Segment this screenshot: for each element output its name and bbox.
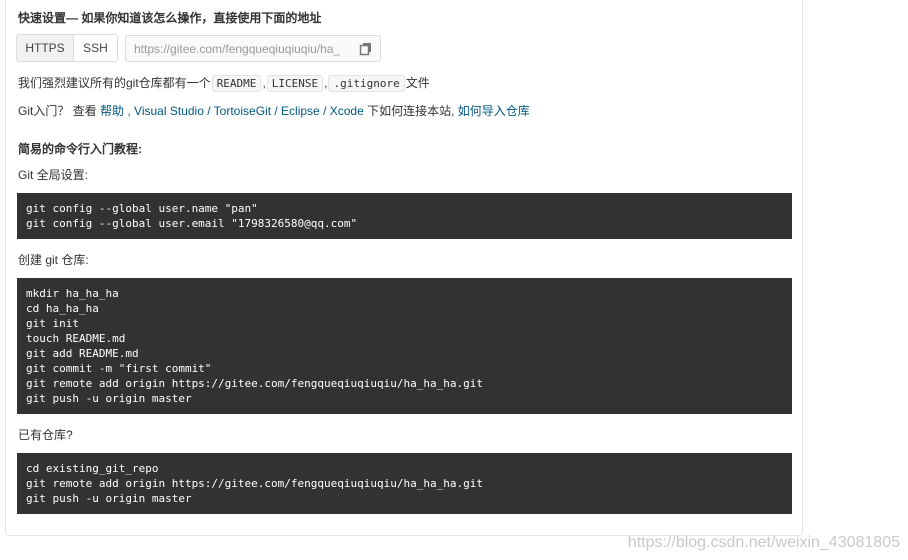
- repo-url-text: https://gitee.com/fengqueqiuqiuqiu/ha_: [134, 41, 341, 56]
- readme-recommendation: 我们强烈建议所有的git仓库都有一个 README, LICENSE, .gitign…: [18, 74, 430, 92]
- https-button[interactable]: HTTPS: [16, 34, 74, 62]
- readme-prefix: 我们强烈建议所有的git仓库都有一个: [18, 76, 211, 90]
- protocol-toggle: HTTPS SSH: [16, 34, 118, 62]
- eclipse-link[interactable]: Eclipse: [281, 104, 320, 118]
- existing-repo-label: 已有仓库?: [18, 428, 73, 442]
- existing-repo-code: cd existing_git_repo git remote add orig…: [17, 453, 792, 514]
- separator: ,: [262, 76, 266, 90]
- ssh-button[interactable]: SSH: [74, 34, 118, 62]
- watermark: https://blog.csdn.net/weixin_43081805: [627, 534, 900, 551]
- separator: /: [271, 104, 282, 118]
- visual-studio-link[interactable]: Visual Studio: [134, 104, 204, 118]
- help-mid: 下如何连接本站,: [363, 104, 458, 118]
- tortoisegit-link[interactable]: TortoiseGit: [214, 104, 271, 118]
- help-link[interactable]: 帮助: [100, 104, 124, 118]
- create-repo-code: mkdir ha_ha_ha cd ha_ha_ha git init touc…: [17, 278, 792, 414]
- separator: /: [319, 104, 330, 118]
- help-line: Git入门？ 查看 帮助 , Visual Studio / TortoiseG…: [18, 102, 530, 119]
- xcode-link[interactable]: Xcode: [330, 104, 364, 118]
- gitignore-file: .gitignore: [328, 75, 405, 92]
- tutorial-title: 简易的命令行入门教程:: [18, 142, 142, 156]
- copy-icon[interactable]: [359, 42, 373, 56]
- create-repo-label: 创建 git 仓库:: [18, 253, 89, 267]
- repo-url-field[interactable]: https://gitee.com/fengqueqiuqiuqiu/ha_: [125, 35, 381, 62]
- separator: /: [203, 104, 214, 118]
- global-settings-label: Git 全局设置:: [18, 168, 89, 182]
- help-prefix: Git入门？ 查看: [18, 104, 101, 118]
- import-repo-link[interactable]: 如何导入仓库: [458, 104, 530, 118]
- readme-suffix: 文件: [405, 76, 430, 90]
- quick-setup-title: 快速设置— 如果你知道该怎么操作，直接使用下面的地址: [18, 11, 322, 25]
- readme-file: README: [211, 75, 262, 92]
- license-file: LICENSE: [266, 75, 324, 92]
- separator: ,: [124, 104, 135, 118]
- separator: ,: [324, 76, 328, 90]
- global-settings-code: git config --global user.name "pan" git …: [17, 193, 792, 239]
